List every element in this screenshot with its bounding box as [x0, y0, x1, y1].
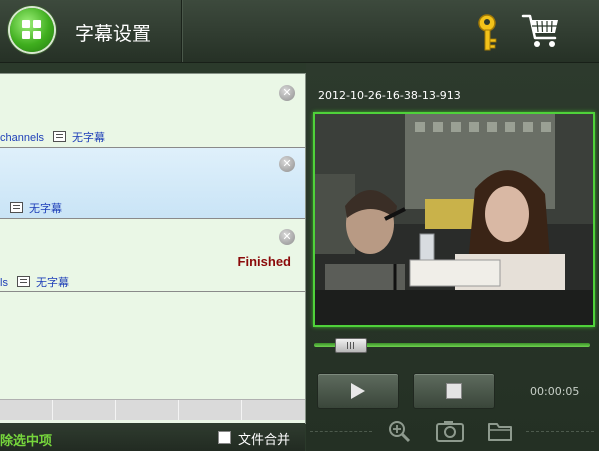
list-item[interactable]: ✕ Finished ls 无字幕 [0, 219, 305, 292]
play-button[interactable] [317, 373, 399, 409]
list-item[interactable]: ✕ channels 无字幕 [0, 74, 305, 148]
item-meta: ls 无字幕 [0, 274, 69, 290]
subtitle-selector[interactable]: 无字幕 [36, 277, 69, 289]
item-audio-info: channels [0, 132, 45, 144]
status-badge: Finished [237, 254, 291, 269]
remove-item-icon[interactable]: ✕ [279, 85, 295, 101]
video-preview[interactable] [313, 112, 595, 327]
list-item[interactable]: ✕ 无字幕 [0, 148, 305, 219]
item-meta: channels 无字幕 [0, 129, 105, 145]
seek-handle[interactable] [335, 338, 367, 353]
toolbar-divider [526, 431, 594, 433]
subtitle-icon[interactable] [16, 276, 30, 287]
stop-button[interactable] [413, 373, 495, 409]
toolbar-divider [310, 431, 372, 433]
zoom-in-icon[interactable] [386, 419, 412, 443]
folder-icon[interactable] [487, 419, 513, 443]
task-list: ✕ channels 无字幕 ✕ 无字幕 ✕ Finished ls 无字幕 [0, 73, 306, 424]
item-audio-info: ls [0, 277, 8, 289]
subtitle-icon[interactable] [10, 202, 23, 213]
subtitle-icon[interactable] [53, 131, 67, 142]
bottom-toolbar: 除选中项 文件合并 [0, 423, 305, 451]
app-logo-icon [10, 8, 54, 52]
horizontal-scrollbar[interactable] [0, 399, 305, 420]
camera-icon[interactable] [435, 419, 465, 443]
key-icon[interactable] [474, 13, 504, 53]
shopping-cart-icon[interactable] [521, 12, 561, 50]
window-title: 字幕设置 [75, 23, 152, 45]
header-divider [181, 0, 182, 62]
remove-item-icon[interactable]: ✕ [279, 156, 295, 172]
playback-time: 00:00:05 [530, 385, 580, 398]
video-frame-image [315, 114, 593, 325]
title-bar: 字幕设置 [0, 0, 599, 63]
merge-files-checkbox[interactable] [218, 431, 231, 444]
delete-selected-button[interactable]: 除选中项 [0, 430, 52, 449]
stop-icon [446, 383, 462, 399]
item-meta: 无字幕 [0, 200, 62, 216]
remove-item-icon[interactable]: ✕ [279, 229, 295, 245]
subtitle-selector[interactable]: 无字幕 [29, 203, 62, 215]
merge-files-label: 文件合并 [238, 433, 291, 448]
play-icon [351, 383, 365, 399]
preview-timestamp: 2012-10-26-16-38-13-913 [318, 89, 461, 102]
preview-panel: 2012-10-26-16-38-13-913 00:00:05 [306, 63, 599, 451]
subtitle-selector[interactable]: 无字幕 [72, 132, 105, 144]
